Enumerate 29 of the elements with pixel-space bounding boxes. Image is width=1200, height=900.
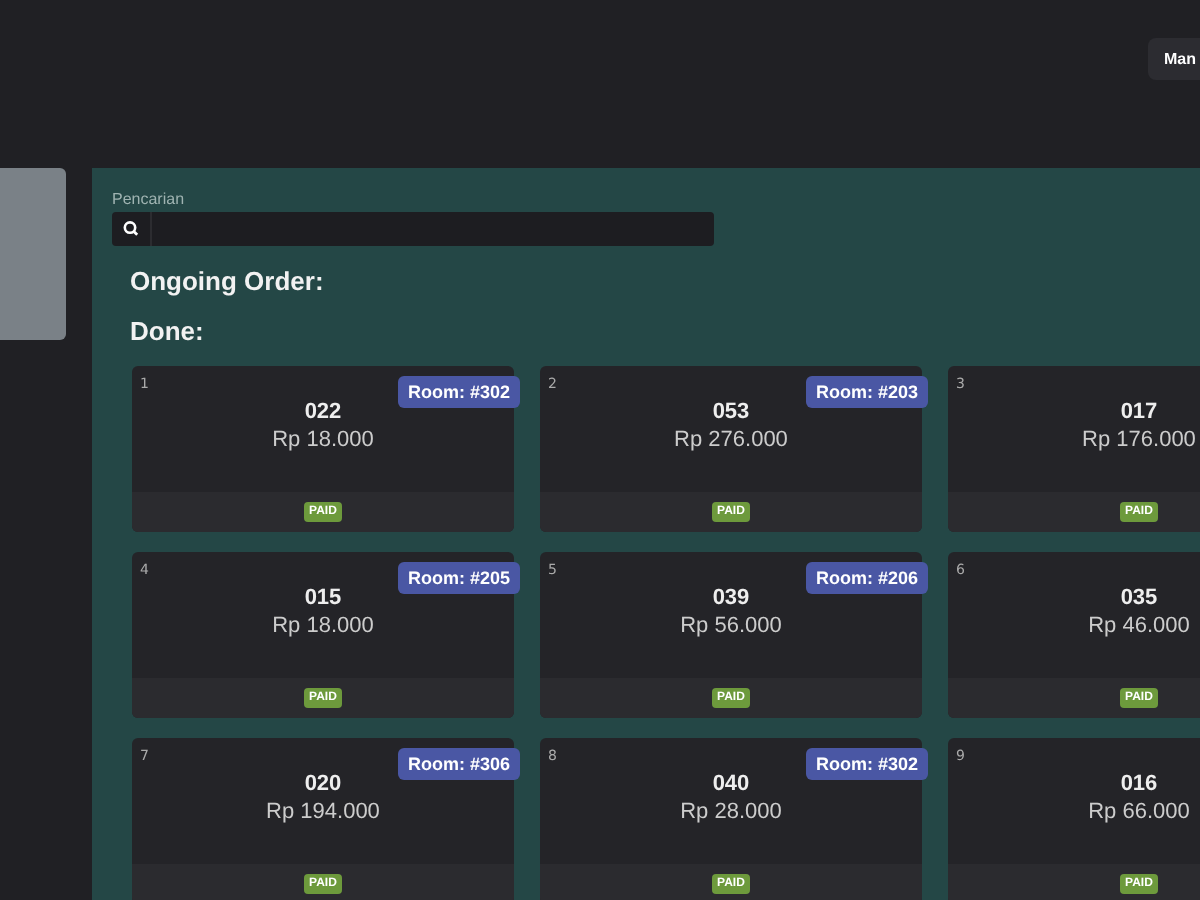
room-badge: Room: #205	[397, 562, 520, 594]
order-price: Rp 176.000	[1082, 428, 1196, 452]
order-price: Rp 276.000	[674, 428, 788, 452]
section-title: Done:	[130, 316, 206, 346]
room-badge: Room: #306	[397, 748, 520, 780]
room-badge: Room: #206	[805, 562, 928, 594]
order-price: Rp 56.000	[680, 614, 782, 638]
order-price: Rp 28.000	[680, 800, 782, 824]
room-badge: Room: #302	[805, 748, 928, 780]
header-button[interactable]: Man	[1148, 38, 1200, 80]
order-code: 017	[1120, 400, 1158, 424]
search-label: Pencarian	[112, 190, 187, 208]
order-code: 040	[712, 772, 750, 796]
order-code: 035	[1120, 586, 1158, 610]
order-code: 039	[712, 586, 750, 610]
order-price: Rp 18.000	[272, 614, 374, 638]
order-code: 022	[304, 400, 342, 424]
room-badge: Room: #302	[397, 376, 520, 408]
order-code: 015	[304, 586, 342, 610]
order-code: 053	[712, 400, 750, 424]
room-badge: Room: #203	[805, 376, 928, 408]
section-title: Ongoing Order:	[130, 266, 326, 296]
order-price: Rp 66.000	[1088, 800, 1190, 824]
order-price: Rp 46.000	[1088, 614, 1190, 638]
order-price: Rp 194.000	[266, 800, 380, 824]
order-price: Rp 18.000	[272, 428, 374, 452]
search-field[interactable]	[112, 212, 714, 246]
order-code: 016	[1120, 772, 1158, 796]
order-code: 020	[304, 772, 342, 796]
